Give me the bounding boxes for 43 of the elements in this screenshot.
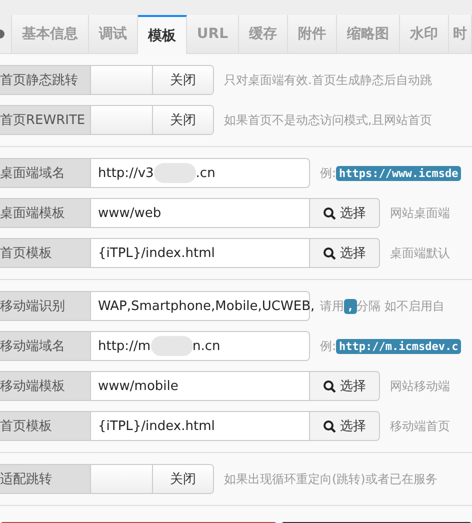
choose-button[interactable]: 选择 xyxy=(310,238,380,268)
help-text: 例: xyxy=(320,164,336,182)
help-text: 桌面端默认 xyxy=(390,244,450,262)
help-text: 只对桌面端有效.首页生成静态后自动跳 xyxy=(224,72,432,88)
field-label: 首页模板 xyxy=(0,411,91,441)
toggle-switch[interactable]: 关闭 xyxy=(91,464,214,494)
choose-button[interactable]: 选择 xyxy=(310,198,380,228)
input-field[interactable]: {iTPL}/index.html xyxy=(91,238,310,268)
input-field[interactable]: {iTPL}/index.html xyxy=(91,411,310,441)
choose-button[interactable]: 选择 xyxy=(310,411,380,441)
help-text: 如果首页不是动态访问模式,且网站首页 xyxy=(224,112,432,128)
field-label: 移动端域名 xyxy=(0,331,91,361)
help-text: 移动端首页 xyxy=(390,418,450,434)
toggle-switch[interactable]: 关闭 xyxy=(91,65,214,95)
blurred-region xyxy=(150,336,192,356)
input-field[interactable]: www/mobile xyxy=(91,371,310,401)
field-label: 移动端识别 xyxy=(0,291,91,321)
help-text: 例: xyxy=(320,338,336,354)
input-field[interactable]: http://m n.cn xyxy=(91,331,310,361)
code-tag: http://m.icmsdev.c xyxy=(336,338,462,354)
field-label: 适配跳转 xyxy=(0,464,91,494)
field-label: 首页静态跳转 xyxy=(0,65,91,95)
blurred-region xyxy=(154,163,196,183)
choose-button[interactable]: 选择 xyxy=(310,371,380,401)
help-text: 网站移动端 xyxy=(390,378,450,394)
search-icon xyxy=(323,246,336,260)
search-icon xyxy=(323,420,336,432)
tab[interactable]: 模板 xyxy=(138,15,187,54)
help-text: 请用 xyxy=(320,298,344,314)
toggle-switch[interactable]: 关闭 xyxy=(91,105,214,135)
help-text: 如果出现循环重定向(跳转)或者已在服务 xyxy=(224,470,438,488)
input-field[interactable]: www/web xyxy=(91,198,310,228)
field-label: 移动端模板 xyxy=(0,371,91,401)
search-icon xyxy=(323,206,336,220)
field-label: 首页模板 xyxy=(0,238,91,268)
field-label: 首页REWRITE xyxy=(0,105,91,135)
input-field[interactable]: http://v3 .cn xyxy=(91,158,310,188)
field-label: 桌面端域名 xyxy=(0,158,91,188)
help-text: 网站桌面端 xyxy=(390,204,450,222)
code-tag: , xyxy=(344,298,357,314)
field-label: 桌面端模板 xyxy=(0,198,91,228)
search-icon xyxy=(323,380,336,392)
code-tag: https://www.icmsde xyxy=(336,166,462,180)
